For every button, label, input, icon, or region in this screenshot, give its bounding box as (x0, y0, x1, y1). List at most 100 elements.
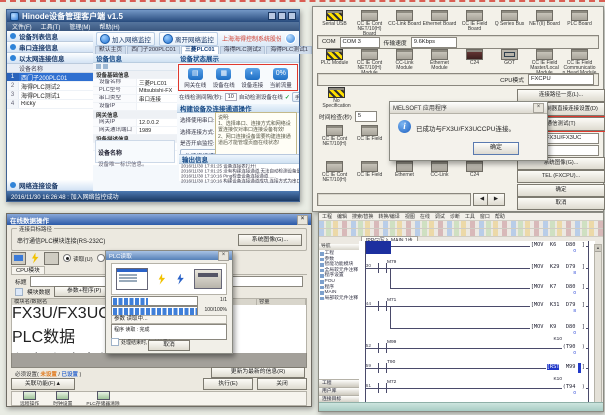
menu-item[interactable]: 编辑 (337, 213, 347, 220)
titlebar[interactable]: PLC读取 (106, 251, 232, 260)
plc-interface-option[interactable]: CC-Link Module (387, 49, 422, 76)
menu-item[interactable]: 帮助(H) (99, 22, 119, 31)
coexistence-route-option[interactable]: CC IE Cont NET/10(H) (317, 161, 352, 183)
plc-interface-option[interactable]: C24 (457, 49, 492, 76)
related-function-item[interactable]: PLC存储器清除 (86, 391, 119, 407)
menu-item[interactable]: 视图 (405, 213, 415, 220)
coexistence-route-option[interactable]: CC IE Field (352, 161, 387, 183)
menu-item[interactable]: 搜索/替换 (352, 213, 373, 220)
refresh-info-button[interactable]: 更新为最新的信息(R) (211, 367, 305, 378)
ladder-rung[interactable]: [MOV K6 D80 ] 0 (366, 241, 588, 255)
coexistence-route-option[interactable]: C24 (457, 161, 492, 183)
manual-check-button[interactable]: 手动检测设备在线 (292, 92, 299, 102)
property-row[interactable]: 网关IP 12.0.0.2 (93, 119, 177, 127)
com-port-field[interactable]: COM 3 (340, 37, 380, 48)
network-route-option[interactable]: CC IE Cont NET/10(H) (317, 125, 352, 147)
close-button[interactable]: 关闭 (257, 378, 307, 390)
menu-item[interactable]: 诊断 (450, 213, 460, 220)
network-route-option[interactable]: CC IE Field (352, 125, 387, 147)
baud-rate-field[interactable]: 9.6Kbps (411, 37, 457, 48)
pc-interface-option[interactable]: PLC Board (562, 10, 597, 37)
radio-read[interactable]: 读取(U) (63, 254, 93, 263)
stack-button[interactable]: 工程 (319, 379, 359, 387)
sort-icon[interactable] (96, 64, 101, 69)
selected-cell-cursor[interactable] (366, 241, 391, 254)
close-icon[interactable] (218, 251, 229, 261)
close-icon[interactable] (288, 12, 296, 20)
property-row[interactable]: PLC型号 Mitsubishi-FX (93, 87, 177, 95)
pc-interface-option[interactable]: Serial USB (317, 10, 352, 37)
pc-interface-option[interactable]: Q Series Bus (492, 10, 527, 37)
module-data-checkbox[interactable] (15, 288, 23, 296)
user-avatar-icon[interactable] (285, 33, 296, 44)
pc-interface-option[interactable]: NET(II) Board (527, 10, 562, 37)
pc-interface-option[interactable]: CC IE Field Board (457, 10, 492, 37)
window-controls[interactable] (268, 12, 296, 20)
tel-button[interactable]: TEL (FXCPU)... (517, 170, 605, 183)
plc-interface-option[interactable]: Ethernet Module (422, 49, 457, 76)
other-station-option[interactable]: No Specification (319, 87, 354, 109)
sidebar-group-header[interactable]: 串口连接信息 (7, 42, 93, 53)
vertical-scrollbar[interactable]: ▲ (594, 244, 602, 403)
sidebar-footer[interactable]: 网络连接设备 (7, 180, 93, 191)
device-tab[interactable]: 三菱PLC01 (181, 46, 219, 54)
menu-item[interactable]: 调试 (435, 213, 445, 220)
minimize-icon[interactable] (268, 12, 276, 20)
maximize-icon[interactable] (278, 12, 286, 20)
device-row[interactable]: 4 Ricky (7, 100, 93, 109)
cancel-button[interactable]: 取消 (517, 197, 605, 210)
system-image-button[interactable]: 系统图像(G)... (238, 234, 302, 246)
plc-interface-option[interactable]: CC IE Field Master/Local Module (527, 49, 562, 76)
menu-item[interactable]: 帮助 (495, 213, 505, 220)
ladder-rung-branch[interactable]: [MOV K7 D80 ] 0 (390, 279, 588, 297)
ok-button[interactable]: 确定 (517, 184, 605, 197)
ladder-rung[interactable]: 52 M99 K10 (T90 ) 0 (366, 339, 588, 357)
plc-interface-option[interactable]: GOT (492, 49, 527, 76)
related-function-item[interactable]: 时钟设置 (53, 391, 72, 407)
sidebar-group-header[interactable]: 设备列表信息 (7, 31, 93, 42)
join-monitor-button[interactable]: 加入网络监控 (96, 32, 155, 46)
titlebar[interactable]: 在线数据操作 (7, 214, 311, 225)
categorize-icon[interactable] (103, 64, 108, 69)
pc-interface-option[interactable]: Ethernet Board (422, 10, 457, 37)
property-row[interactable]: 网关信息 (93, 111, 177, 119)
ladder-editing-area[interactable]: [MOV K6 D80 ] 0 30 M79 [MOV K29 D79 ] 8 … (359, 241, 595, 403)
ladder-rung[interactable]: 44 M71 [MOV K31 D79 ] 8 (366, 297, 588, 315)
menu-item[interactable]: 工程 (322, 213, 332, 220)
ladder-rung[interactable]: 59 T90 [RST M99 ] (366, 359, 588, 377)
scroll-up-icon[interactable]: ▲ (595, 245, 601, 252)
menu-item[interactable]: 工具(T) (41, 22, 61, 31)
device-tab[interactable]: 西门子200PLC01 (127, 46, 180, 54)
coexistence-route-option[interactable]: CC-Link (422, 161, 457, 183)
execute-button[interactable]: 执行(E) (203, 378, 253, 390)
menu-item[interactable]: 窗口 (480, 213, 490, 220)
menu-item[interactable]: 管理(M) (69, 22, 90, 31)
next-route-button[interactable]: ▶ (487, 193, 505, 206)
interval-input[interactable]: 10 (225, 93, 237, 101)
pc-interface-option[interactable]: CC-Link Board (387, 10, 422, 37)
leave-monitor-button[interactable]: 离开网络监控 (159, 32, 218, 46)
property-row[interactable]: 串口类型 串口连接 (93, 95, 177, 103)
menu-item[interactable]: 在线 (420, 213, 430, 220)
auto-close-checkbox[interactable] (111, 338, 119, 346)
sidebar-group-header[interactable]: 以太网连接信息 (7, 53, 93, 64)
related-functions-button[interactable]: 关联功能(F)▲ (11, 378, 75, 390)
plc-interface-option[interactable]: CC IE Field Communication Head Module (562, 49, 597, 76)
device-tab[interactable]: 海得PLC测试1 (266, 46, 312, 54)
plc-interface-option[interactable]: PLC Module (317, 49, 352, 76)
time-check-field[interactable]: 5 (355, 111, 377, 122)
device-tab[interactable]: 海得PLC测试2 (220, 46, 266, 54)
stack-button[interactable]: 用户库 (319, 387, 359, 395)
cancel-button[interactable]: 取消 (148, 340, 190, 351)
titlebar[interactable]: Hinode设备管理客户端 v1.5 (7, 10, 299, 22)
pc-interface-option[interactable]: CC IE Cont NET/10(H) Board (352, 10, 387, 37)
property-row[interactable]: 设备名称 三菱PLC01 (93, 79, 177, 87)
tree-item[interactable]: 局部软元件注释 (320, 296, 358, 302)
ladder-rung-branch[interactable]: [MOV K9 D80 ] 0 (390, 319, 588, 337)
output-log[interactable]: 2016/11/30 17:01:25 设备连接表打开!2016/11/30 1… (179, 164, 299, 186)
coexistence-route-option[interactable]: Ethernet (387, 161, 422, 183)
toolbar-row-1[interactable] (319, 221, 603, 229)
menu-item[interactable]: 工具 (465, 213, 475, 220)
ok-button[interactable]: 确定 (473, 142, 519, 155)
close-icon[interactable] (297, 215, 308, 225)
